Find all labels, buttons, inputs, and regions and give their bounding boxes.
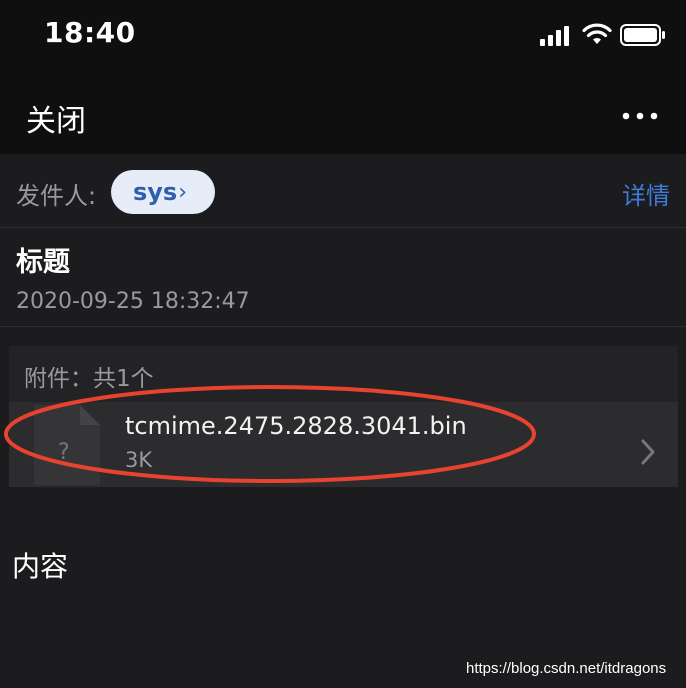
chevron-right-icon: › [178,179,188,205]
sender-name: sys [133,178,178,206]
sender-chip[interactable]: sys › [111,170,215,214]
annotation-ellipse [4,385,536,483]
wifi-icon [582,23,612,44]
chevron-right-icon [641,439,655,465]
divider [0,326,686,327]
details-link[interactable]: 详情 [622,176,670,211]
content-label: 内容 [12,550,69,583]
sender-row [0,155,686,228]
more-dots-icon[interactable] [622,112,658,120]
signal-icon [540,26,569,46]
close-button[interactable]: 关闭 [26,96,86,140]
message-datetime: 2020-09-25 18:32:47 [16,289,250,314]
battery-icon [620,24,665,46]
message-subject: 标题 [16,247,70,278]
status-time: 18:40 [44,16,136,49]
sender-label: 发件人: [16,182,97,210]
watermark: https://blog.csdn.net/itdragons [466,660,667,677]
